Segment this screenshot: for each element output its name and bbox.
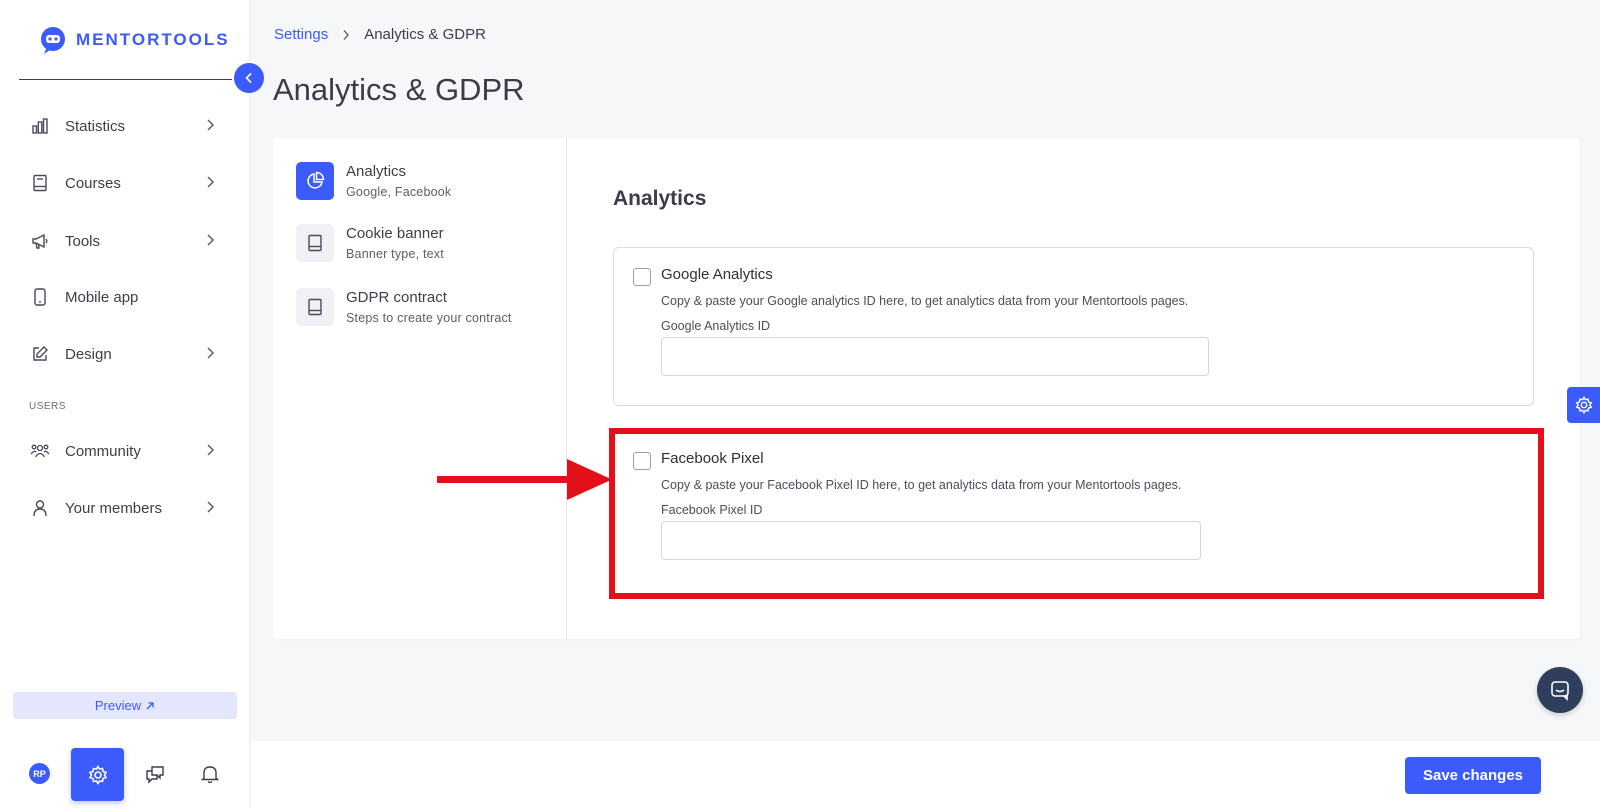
setting-title: Facebook Pixel: [661, 450, 764, 467]
facebook-pixel-id-input[interactable]: [661, 521, 1201, 560]
messages-button[interactable]: [143, 762, 167, 786]
subnav-icon-wrapper: [296, 162, 334, 200]
setting-title: Google Analytics: [661, 266, 773, 283]
field-label: Facebook Pixel ID: [661, 503, 763, 517]
pencil-icon: [30, 344, 50, 364]
book-icon: [30, 173, 50, 193]
preview-label: Preview: [94, 698, 142, 713]
google-analytics-id-input[interactable]: [661, 337, 1209, 376]
sidebar-item-label: Your members: [65, 499, 162, 517]
pie-chart-icon: [307, 171, 325, 189]
facebook-pixel-checkbox[interactable]: [633, 452, 651, 470]
save-button[interactable]: Save changes: [1405, 757, 1541, 794]
subnav-title: Cookie banner: [346, 225, 444, 242]
gear-icon: [88, 764, 107, 785]
sidebar-item-label: Community: [65, 442, 141, 460]
sidebar-item-label: Design: [65, 345, 112, 363]
sidebar-item-mobile-app[interactable]: Mobile app: [0, 277, 250, 317]
chevron-right-icon: [207, 444, 214, 456]
footer-bar: [251, 741, 1600, 808]
brand-name: MENTORTOOLS: [76, 30, 230, 49]
chevron-right-icon: [207, 347, 214, 359]
chevron-right-icon: [207, 176, 214, 188]
chevron-right-icon: [207, 234, 214, 246]
breadcrumb-settings-link[interactable]: Settings: [274, 26, 328, 43]
section-label-users: USERS: [29, 401, 66, 412]
subnav-icon-wrapper: [296, 224, 334, 262]
gear-icon: [1575, 396, 1592, 414]
facebook-pixel-section: Facebook Pixel Copy & paste your Faceboo…: [613, 431, 1534, 590]
avatar[interactable]: RP: [29, 763, 50, 784]
sidebar-bottom-bar: RP: [0, 745, 250, 801]
people-icon: [30, 441, 50, 461]
field-label: Google Analytics ID: [661, 319, 771, 333]
chat-icon: [146, 766, 164, 784]
sidebar: MENTORTOOLS Statistics Courses Tools Mob…: [0, 0, 250, 808]
external-link-icon: [146, 701, 154, 709]
chevron-left-icon: [245, 72, 252, 84]
brand-logo[interactable]: MENTORTOOLS: [38, 25, 230, 55]
chevron-right-icon: [207, 119, 214, 131]
chevron-right-icon: [207, 501, 214, 513]
subnav-subtitle: Google, Facebook: [346, 185, 452, 199]
sidebar-item-community[interactable]: Community: [0, 431, 250, 471]
sidebar-item-design[interactable]: Design: [0, 334, 250, 374]
sidebar-item-label: Mobile app: [65, 288, 139, 306]
sidebar-divider: [19, 79, 232, 80]
google-analytics-section: Google Analytics Copy & paste your Googl…: [613, 247, 1534, 406]
subnav-cookie-banner[interactable]: Cookie banner Banner type, text: [296, 224, 556, 268]
megaphone-icon: [30, 231, 50, 251]
card-divider: [566, 138, 567, 639]
sidebar-item-label: Statistics: [65, 117, 126, 135]
sidebar-item-your-members[interactable]: Your members: [0, 488, 250, 528]
subnav-gdpr-contract[interactable]: GDPR contract Steps to create your contr…: [296, 288, 556, 332]
arrow-annotation-icon: [437, 459, 612, 500]
setting-description: Copy & paste your Facebook Pixel ID here…: [661, 478, 1182, 492]
support-chat-button[interactable]: [1537, 667, 1583, 713]
sidebar-item-label: Tools: [65, 232, 101, 250]
google-analytics-checkbox[interactable]: [633, 268, 651, 286]
setting-description: Copy & paste your Google analytics ID he…: [661, 294, 1189, 308]
user-icon: [30, 498, 50, 518]
breadcrumb-current: Analytics & GDPR: [364, 26, 486, 43]
sidebar-item-courses[interactable]: Courses: [0, 163, 250, 203]
page-title: Analytics & GDPR: [273, 72, 525, 107]
book-icon: [308, 298, 322, 316]
subnav-icon-wrapper: [296, 288, 334, 326]
sidebar-item-label: Courses: [65, 174, 121, 192]
settings-card: Analytics Google, Facebook Cookie banner…: [273, 138, 1580, 639]
subnav-title: Analytics: [346, 163, 407, 180]
floating-settings-button[interactable]: [1567, 387, 1600, 423]
robot-logo-icon: [41, 27, 65, 54]
subnav-analytics[interactable]: Analytics Google, Facebook: [296, 162, 556, 206]
collapse-sidebar-button[interactable]: [234, 63, 264, 93]
section-title: Analytics: [613, 187, 707, 210]
book-icon: [308, 234, 322, 252]
sidebar-item-statistics[interactable]: Statistics: [0, 106, 250, 146]
preview-button[interactable]: Preview: [13, 692, 237, 719]
mobile-icon: [30, 287, 50, 307]
bar-chart-icon: [30, 116, 50, 136]
notifications-button[interactable]: [198, 762, 222, 786]
sidebar-item-tools[interactable]: Tools: [0, 221, 250, 261]
settings-button[interactable]: [71, 748, 124, 801]
chat-bubble-icon: [1551, 681, 1569, 701]
subnav-title: GDPR contract: [346, 289, 447, 306]
chevron-right-icon: [343, 29, 350, 40]
bell-icon: [201, 766, 219, 784]
subnav-subtitle: Steps to create your contract: [346, 311, 512, 325]
subnav-subtitle: Banner type, text: [346, 247, 444, 261]
breadcrumb: Settings Analytics & GDPR: [274, 26, 486, 43]
